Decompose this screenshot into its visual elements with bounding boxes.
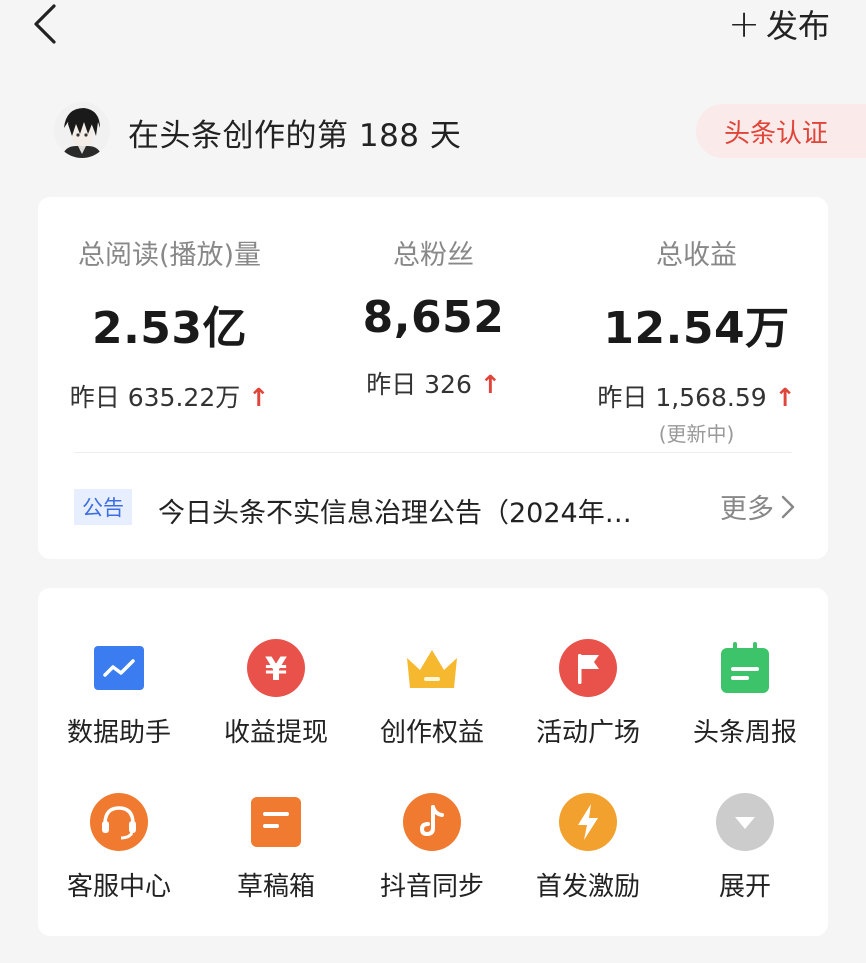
stat-yesterday-text: 昨日 326 xyxy=(366,370,472,399)
notice-more-label: 更多 xyxy=(720,494,774,525)
tool-label: 草稿箱 xyxy=(236,872,315,902)
creation-days-text: 在头条创作的第 188 天 xyxy=(128,118,462,154)
notice-text[interactable]: 今日头条不实信息治理公告（2024年… xyxy=(158,491,688,530)
tool-weekly-report[interactable]: 头条周报 xyxy=(667,636,823,756)
chevron-left-icon xyxy=(34,4,56,44)
back-button[interactable] xyxy=(28,2,68,46)
stat-total-reads[interactable]: 总阅读(播放)量 2.53亿 昨日 635.22万 ↑ xyxy=(38,197,301,414)
stat-yesterday: 昨日 635.22万 ↑ xyxy=(38,378,301,414)
stats-card: 总阅读(播放)量 2.53亿 昨日 635.22万 ↑ 总粉丝 8,652 昨日 … xyxy=(38,197,828,559)
verify-badge-button[interactable]: 头条认证 xyxy=(696,104,866,158)
tiktok-icon xyxy=(400,790,464,854)
yuan-coin-icon: ¥ xyxy=(244,636,308,700)
tool-data-assistant[interactable]: 数据助手 xyxy=(41,636,197,756)
stat-value: 8,652 xyxy=(362,292,505,343)
tool-label: 收益提现 xyxy=(223,718,328,748)
avatar[interactable] xyxy=(54,102,110,158)
updating-note: (更新中) xyxy=(658,422,735,446)
tools-card: 数据助手 ¥ 收益提现 创作权益 活动广场 头条周报 客服中心 草稿箱 抖音同步… xyxy=(38,588,828,936)
calendar-icon xyxy=(713,636,777,700)
crown-icon xyxy=(400,636,464,700)
creator-dashboard: + 发布 在头条创作的第 188 天 头条认证 总阅读(播放)量 2.53亿 昨… xyxy=(0,0,866,963)
profile-row: 在头条创作的第 188 天 头条认证 xyxy=(0,96,866,168)
draft-box-icon xyxy=(244,790,308,854)
divider xyxy=(74,452,792,453)
tool-label: 客服中心 xyxy=(66,872,171,902)
tool-label: 活动广场 xyxy=(535,718,640,748)
stat-yesterday: 昨日 326 ↑ xyxy=(302,365,565,401)
top-bar: + 发布 xyxy=(0,0,866,60)
svg-text:¥: ¥ xyxy=(265,650,287,688)
lightning-icon xyxy=(556,790,620,854)
avatar-image xyxy=(54,102,110,158)
stat-yesterday: 昨日 1,568.59 ↑ xyxy=(565,378,828,414)
tool-douyin-sync[interactable]: 抖音同步 xyxy=(354,790,510,910)
tool-label: 展开 xyxy=(718,872,771,902)
arrow-up-icon: ↑ xyxy=(479,370,501,399)
tool-label: 头条周报 xyxy=(692,718,797,748)
tool-drafts[interactable]: 草稿箱 xyxy=(198,790,354,910)
stat-value: 12.54万 xyxy=(603,303,790,354)
tool-income-withdraw[interactable]: ¥ 收益提现 xyxy=(198,636,354,756)
tool-customer-service[interactable]: 客服中心 xyxy=(41,790,197,910)
notice-tag: 公告 xyxy=(74,489,132,525)
tool-expand[interactable]: 展开 xyxy=(667,790,823,910)
publish-label: 发布 xyxy=(765,7,830,45)
plus-icon: + xyxy=(728,2,760,46)
notice-more-link[interactable]: 更多 xyxy=(720,487,796,526)
arrow-up-icon: ↑ xyxy=(774,383,796,412)
stat-label: 总收益 xyxy=(656,240,737,271)
tool-activity-plaza[interactable]: 活动广场 xyxy=(510,636,666,756)
stat-yesterday-text: 昨日 1,568.59 xyxy=(597,383,767,412)
tool-label: 创作权益 xyxy=(379,718,484,748)
arrow-up-icon: ↑ xyxy=(248,383,270,412)
stat-total-income[interactable]: 总收益 12.54万 昨日 1,568.59 ↑ (更新中) xyxy=(565,197,828,447)
tool-label: 首发激励 xyxy=(535,872,640,902)
stat-label: 总粉丝 xyxy=(393,240,474,271)
stat-value: 2.53亿 xyxy=(91,303,248,354)
notice-bar[interactable]: 公告 今日头条不实信息治理公告（2024年… 更多 xyxy=(74,485,798,535)
tool-creator-benefits[interactable]: 创作权益 xyxy=(354,636,510,756)
chevron-right-icon xyxy=(781,495,795,518)
tool-label: 数据助手 xyxy=(66,718,171,748)
headset-icon xyxy=(87,790,151,854)
tool-first-release-incentive[interactable]: 首发激励 xyxy=(510,790,666,910)
flag-icon xyxy=(556,636,620,700)
stat-yesterday-text: 昨日 635.22万 xyxy=(69,383,241,412)
chart-trend-icon xyxy=(87,636,151,700)
expand-down-icon xyxy=(713,790,777,854)
publish-button[interactable]: + 发布 xyxy=(728,2,830,46)
stat-label: 总阅读(播放)量 xyxy=(77,240,262,271)
stat-total-fans[interactable]: 总粉丝 8,652 昨日 326 ↑ xyxy=(302,197,565,401)
tool-label: 抖音同步 xyxy=(379,872,484,902)
